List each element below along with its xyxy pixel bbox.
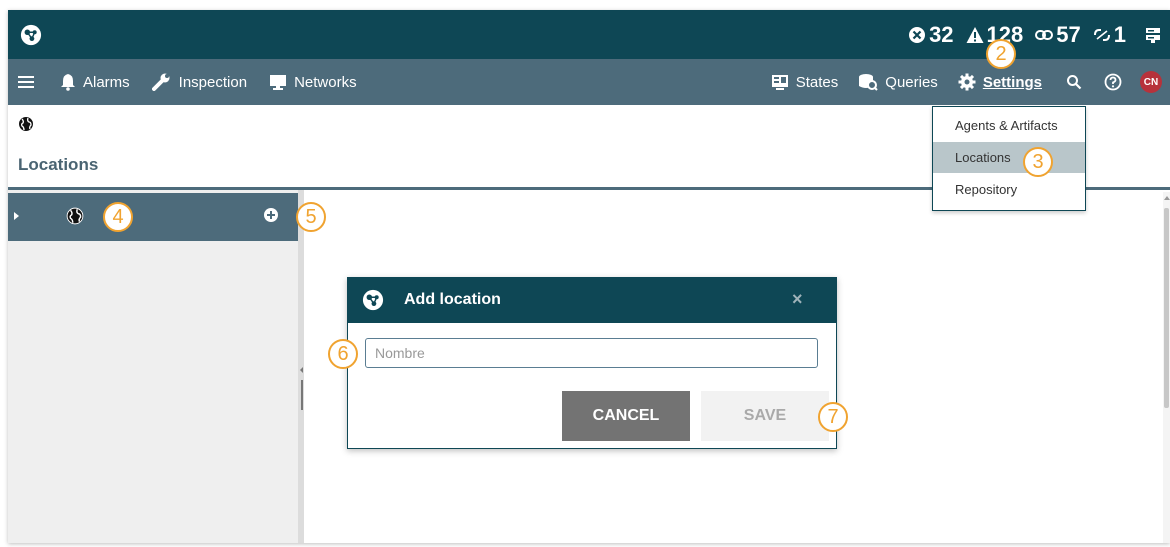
globe-icon	[19, 117, 33, 131]
nav-alarms-label: Alarms	[83, 73, 130, 91]
nav-inspection[interactable]: Inspection	[151, 73, 248, 91]
monitor-icon	[270, 75, 287, 90]
nav-right: States Queries Settings CN	[751, 59, 1162, 105]
globe-icon	[66, 207, 84, 225]
user-avatar[interactable]: CN	[1140, 71, 1162, 93]
splitter-grip[interactable]	[301, 380, 303, 410]
error-counter[interactable]: 32	[908, 21, 954, 48]
add-location-dialog: Add location × CANCEL SAVE	[347, 277, 837, 449]
hamburger-menu-icon[interactable]	[18, 75, 34, 89]
warning-triangle-icon	[966, 26, 984, 43]
settings-dropdown-menu: Agents & Artifacts Locations Repository	[932, 106, 1086, 211]
callout-2: 2	[986, 39, 1016, 69]
dialog-title: Add location	[404, 291, 501, 308]
nav-states-label: States	[795, 73, 839, 91]
location-tree-panel	[8, 190, 298, 543]
scroll-up-icon[interactable]	[1164, 196, 1170, 200]
states-icon	[771, 75, 788, 90]
error-count: 32	[929, 21, 954, 47]
callout-5: 5	[296, 202, 326, 232]
wrench-icon	[151, 73, 170, 91]
callout-6: 6	[328, 339, 358, 369]
error-circle-icon	[909, 26, 926, 43]
link-icon	[1035, 29, 1054, 40]
page-title: Locations	[18, 155, 99, 174]
menu-item-locations[interactable]: Locations	[933, 142, 1085, 173]
menu-item-repository[interactable]: Repository	[933, 174, 1085, 205]
app-logo-icon[interactable]	[20, 24, 42, 46]
nav-inspection-label: Inspection	[178, 73, 248, 91]
search-icon[interactable]	[1066, 74, 1082, 90]
nav-left: Alarms Inspection Networks	[18, 59, 379, 105]
callout-7: 7	[818, 402, 848, 432]
broken-link-count: 1	[1113, 21, 1126, 47]
add-circle-icon[interactable]	[263, 207, 279, 223]
link-count: 57	[1056, 21, 1081, 47]
close-icon[interactable]: ×	[792, 289, 803, 310]
broken-link-icon	[1093, 28, 1110, 41]
callout-3: 3	[1023, 147, 1053, 177]
help-icon[interactable]	[1104, 73, 1122, 91]
nav-queries[interactable]: Queries	[858, 73, 938, 91]
save-button[interactable]: SAVE	[701, 391, 829, 441]
nav-settings-label: Settings	[982, 73, 1042, 91]
scrollbar-thumb[interactable]	[1164, 208, 1169, 408]
bell-icon	[61, 74, 75, 91]
location-name-input[interactable]	[365, 338, 818, 368]
callout-4: 4	[103, 202, 133, 232]
dialog-header: Add location ×	[348, 278, 836, 323]
link-counter[interactable]: 57	[1035, 21, 1081, 48]
queries-icon	[859, 74, 878, 91]
expand-caret-icon[interactable]	[14, 212, 19, 220]
menu-item-agents-artifacts[interactable]: Agents & Artifacts	[933, 110, 1085, 141]
nav-settings[interactable]: Settings	[958, 73, 1042, 91]
app-logo-icon	[362, 289, 384, 311]
nav-networks[interactable]: Networks	[269, 73, 357, 91]
collapse-arrow-icon[interactable]	[300, 367, 303, 373]
nav-networks-label: Networks	[294, 73, 357, 91]
broken-link-counter[interactable]: 1	[1093, 22, 1126, 48]
cancel-button[interactable]: CANCEL	[562, 391, 690, 441]
nav-alarms[interactable]: Alarms	[60, 73, 130, 91]
tree-root-row[interactable]	[8, 193, 298, 241]
gear-icon	[958, 73, 976, 91]
status-counters: 32 128 57 1	[908, 10, 1162, 59]
app-window: 32 128 57 1 Alarms Inspection Networks S…	[8, 10, 1170, 543]
nav-queries-label: Queries	[885, 73, 938, 91]
nav-states[interactable]: States	[771, 73, 839, 91]
server-icon[interactable]	[1144, 26, 1162, 44]
